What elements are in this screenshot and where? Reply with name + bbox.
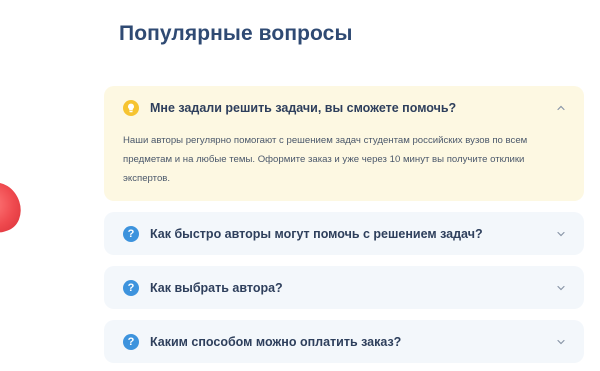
question-icon: ? <box>123 279 139 296</box>
question-icon: ? <box>123 225 139 242</box>
faq-question-text: Каким способом можно оплатить заказ? <box>150 334 402 349</box>
faq-item-1: Мне задали решить задачи, вы сможете пом… <box>104 86 584 201</box>
decorative-shape <box>0 176 27 238</box>
faq-item-2: ? Как быстро авторы могут помочь с решен… <box>104 212 584 255</box>
faq-question-text: Как выбрать автора? <box>150 280 283 295</box>
question-icon: ? <box>123 333 139 350</box>
faq-question-text: Как быстро авторы могут помочь с решение… <box>150 226 483 241</box>
chevron-down-icon[interactable] <box>556 229 566 239</box>
faq-answer-text: Наши авторы регулярно помогают с решение… <box>123 135 528 184</box>
faq-question-4[interactable]: ? Каким способом можно оплатить заказ? <box>104 320 584 363</box>
lightbulb-icon <box>123 99 139 116</box>
chevron-down-icon[interactable] <box>556 337 566 347</box>
faq-item-3: ? Как выбрать автора? <box>104 266 584 309</box>
chevron-down-icon[interactable] <box>556 283 566 293</box>
faq-question-2[interactable]: ? Как быстро авторы могут помочь с решен… <box>104 212 584 255</box>
faq-question-1[interactable]: Мне задали решить задачи, вы сможете пом… <box>104 86 584 129</box>
chevron-up-icon[interactable] <box>556 103 566 113</box>
faq-question-text: Мне задали решить задачи, вы сможете пом… <box>150 100 457 115</box>
page-title: Популярные вопросы <box>119 22 353 45</box>
faq-item-4: ? Каким способом можно оплатить заказ? <box>104 320 584 363</box>
faq-question-3[interactable]: ? Как выбрать автора? <box>104 266 584 309</box>
faq-list: Мне задали решить задачи, вы сможете пом… <box>104 86 584 371</box>
